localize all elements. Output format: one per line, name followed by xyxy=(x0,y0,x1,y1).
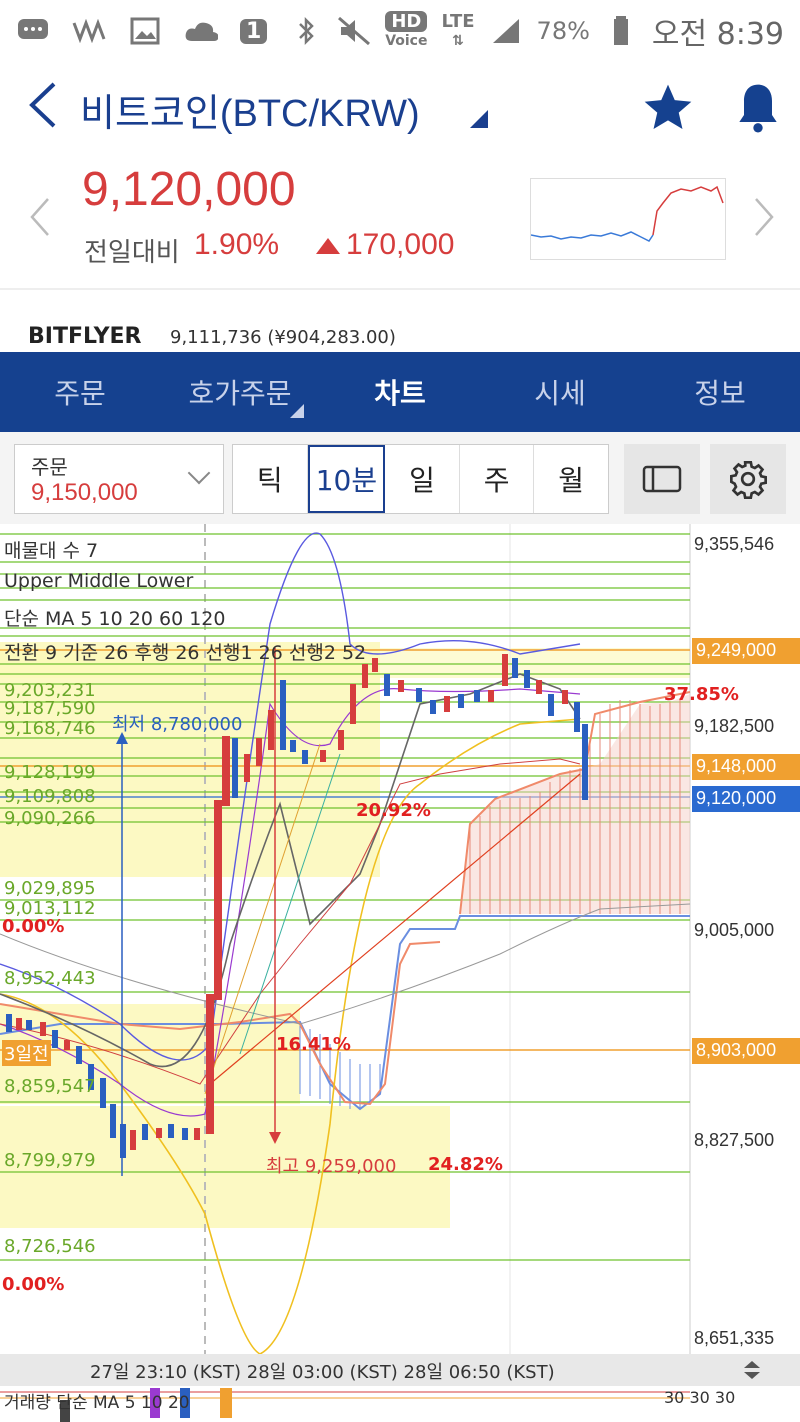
tab-quote-order-label: 호가주문 xyxy=(188,377,292,410)
level-label: 8,952,443 xyxy=(4,968,96,989)
up-triangle-icon xyxy=(316,238,340,254)
tab-market-price[interactable]: 시세 xyxy=(480,352,640,432)
chart-controls: 주문 9,150,000 틱 10분 일 주 월 xyxy=(0,432,800,524)
page-title[interactable]: 비트코인(BTC/KRW) xyxy=(80,82,420,137)
tab-info[interactable]: 정보 xyxy=(640,352,800,432)
legend-volume-profile: 매물대 수 7 xyxy=(4,540,99,562)
exchange-reference: BITFLYER 9,111,736 (¥904,283.00) xyxy=(0,320,800,354)
fib-percent-label: 24.82% xyxy=(428,1154,503,1175)
prev-coin-chevron-icon[interactable] xyxy=(28,195,52,250)
lte-indicator: LTE ⇅ xyxy=(441,10,475,49)
change-amount: 170,000 xyxy=(346,228,455,261)
fib-percent-label: 16.41% xyxy=(276,1034,351,1055)
order-select-value: 9,150,000 xyxy=(31,479,138,506)
clock: 오전 8:39 xyxy=(651,17,784,52)
gear-icon xyxy=(730,461,767,499)
layout-panel-icon xyxy=(642,465,682,493)
change-percent: 1.90% xyxy=(194,228,280,261)
main-tabs: 주문 호가주문 차트 시세 정보 xyxy=(0,352,800,432)
chevron-down-icon xyxy=(187,461,211,485)
tab-quote-order[interactable]: 호가주문 xyxy=(160,352,320,432)
level-label: 9,029,895 xyxy=(4,878,96,899)
level-label: 8,799,979 xyxy=(4,1150,96,1171)
mini-price-chart xyxy=(530,178,726,260)
tab-order[interactable]: 주문 xyxy=(0,352,160,432)
resize-handle-icon[interactable] xyxy=(740,1358,764,1386)
period-week-button[interactable]: 주 xyxy=(460,445,535,513)
notification-count-badge: 1 xyxy=(240,18,268,44)
lowest-price-note: 최저 8,780,000 xyxy=(112,714,243,735)
y-axis-label: 8,651,335 xyxy=(694,1328,775,1348)
three-days-ago-tag: 3일전 xyxy=(2,1040,51,1066)
change-label: 전일대비 xyxy=(84,238,180,268)
y-axis-label: 8,827,500 xyxy=(694,1130,775,1150)
level-label: 9,090,266 xyxy=(4,808,96,829)
level-label: 9,187,590 xyxy=(4,698,96,719)
level-label: 9,168,746 xyxy=(4,718,96,739)
favorite-star-icon[interactable] xyxy=(640,80,696,136)
exchange-name: BITFLYER xyxy=(28,324,142,349)
chat-icon xyxy=(16,16,50,46)
mid-price-tag: 9,148,000 xyxy=(692,754,800,780)
exchange-price: 9,111,736 (¥904,283.00) xyxy=(170,327,396,348)
legend-ma: 단순 MA 5 10 20 60 120 xyxy=(4,608,226,630)
level-label: 9,128,199 xyxy=(4,762,96,783)
period-month-button[interactable]: 월 xyxy=(534,445,608,513)
fib-percent-label: 20.92% xyxy=(356,800,431,821)
status-bar: 1 HD Voice LTE ⇅ 78% 오전 8:39 xyxy=(0,0,800,62)
legend-ichimoku: 전환 9 기준 26 후행 26 선행1 26 선행2 52 xyxy=(4,642,367,664)
y-axis-label: 9,182,500 xyxy=(694,716,775,736)
bluetooth-icon xyxy=(289,16,323,46)
back-button[interactable] xyxy=(24,80,64,140)
price-chart[interactable]: 매물대 수 7 Upper Middle Lower 단순 MA 5 10 20… xyxy=(0,524,800,1354)
current-price: 9,120,000 xyxy=(82,163,296,216)
highest-price-note: 최고 9,259,000 xyxy=(266,1156,397,1177)
time-axis: 27일 23:10 (KST) 28일 03:00 (KST) 28일 06:5… xyxy=(0,1354,800,1386)
corner-triangle-icon xyxy=(290,404,304,418)
level-label: 9,109,808 xyxy=(4,786,96,807)
volume-legend: 거래량 단순 MA 5 10 20 xyxy=(4,1393,190,1413)
period-tick-button[interactable]: 틱 xyxy=(233,445,308,513)
time-axis-labels: 27일 23:10 (KST) 28일 03:00 (KST) 28일 06:5… xyxy=(90,1362,555,1383)
fib-percent-label: 0.00% xyxy=(2,1274,65,1295)
current-price-tag: 9,120,000 xyxy=(692,786,800,812)
hd-voice-indicator: HD Voice xyxy=(385,10,428,49)
volume-axis-values: 30 30 30 xyxy=(664,1388,736,1407)
chart-settings-button[interactable] xyxy=(710,444,786,514)
signal-app-icon xyxy=(72,16,106,46)
upper-price-tag: 9,249,000 xyxy=(692,638,800,664)
app-header: 비트코인(BTC/KRW) xyxy=(0,70,800,150)
fib-percent-label: 0.00% xyxy=(2,916,65,937)
volume-subchart[interactable]: 거래량 단순 MA 5 10 20 30 30 30 xyxy=(0,1386,800,1422)
mute-icon xyxy=(337,16,371,46)
chart-layout-button[interactable] xyxy=(624,444,700,514)
period-day-button[interactable]: 일 xyxy=(385,445,460,513)
level-label: 8,859,547 xyxy=(4,1076,96,1097)
fib-percent-label: 37.85% xyxy=(664,684,739,705)
price-summary: 9,120,000 전일대비 1.90% 170,000 xyxy=(0,150,800,290)
period-selector: 틱 10분 일 주 월 xyxy=(232,444,609,514)
order-select-label: 주문 xyxy=(31,455,68,479)
order-price-select[interactable]: 주문 9,150,000 xyxy=(14,444,224,514)
level-label: 8,726,546 xyxy=(4,1236,96,1257)
gallery-icon xyxy=(128,16,162,46)
battery-percent: 78% xyxy=(536,17,590,45)
legend-bollinger: Upper Middle Lower xyxy=(4,570,194,592)
next-coin-chevron-icon[interactable] xyxy=(752,195,776,250)
lower-price-tag: 8,903,000 xyxy=(692,1038,800,1064)
y-axis-label: 9,355,546 xyxy=(694,534,775,554)
cell-signal-icon xyxy=(489,16,523,46)
alert-bell-icon[interactable] xyxy=(730,80,786,136)
tab-chart[interactable]: 차트 xyxy=(320,352,480,432)
battery-icon xyxy=(604,16,638,46)
title-dropdown-icon[interactable] xyxy=(470,110,488,128)
cloud-icon xyxy=(184,16,218,46)
period-10min-button[interactable]: 10분 xyxy=(307,445,386,513)
y-axis-label: 9,005,000 xyxy=(694,920,775,940)
